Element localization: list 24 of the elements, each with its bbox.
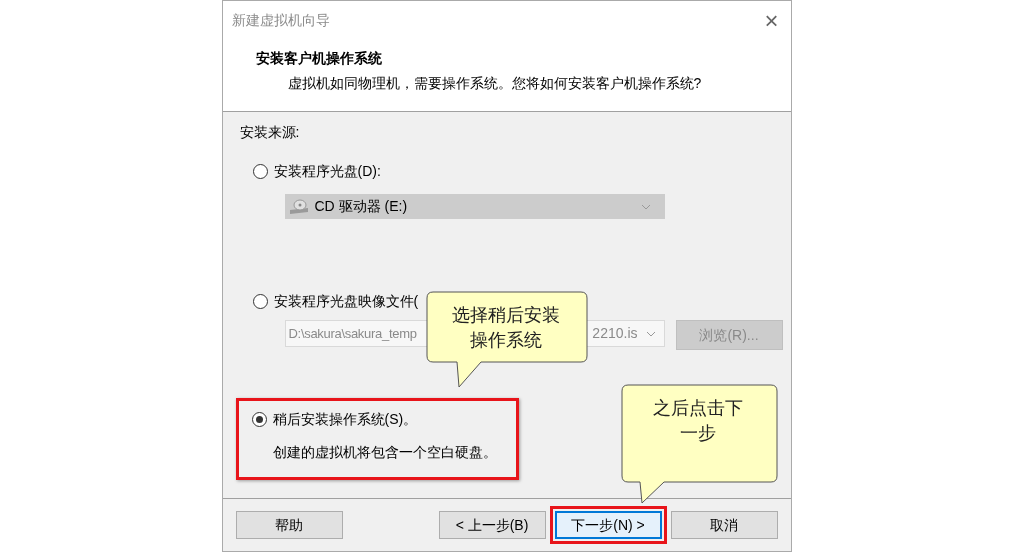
window-title: 新建虚拟机向导 — [231, 11, 331, 30]
chevron-down-icon — [640, 203, 651, 210]
close-button[interactable]: × — [764, 8, 779, 33]
drive-name: CD 驱动器 (E:) — [314, 197, 409, 216]
disc-drive-icon — [288, 198, 309, 215]
radio-button[interactable] — [251, 411, 267, 427]
dialog-button[interactable]: 取消 — [670, 511, 778, 539]
dialog-button[interactable]: < 上一步(B) — [438, 511, 546, 539]
page-title: 安装客户机操作系统 — [255, 49, 383, 68]
path-text: D:\sakura\sakura_temp — [288, 324, 417, 343]
option-label: 安装程序光盘(D): — [273, 161, 381, 181]
dialog-button[interactable]: 下一步(N) > — [554, 511, 662, 539]
page-subtitle: 虚拟机如同物理机，需要操作系统。您将如何安装客户机操作系统? — [287, 74, 703, 93]
option-label: 稍后安装操作系统(S)。 — [272, 409, 418, 429]
drive-dropdown[interactable]: CD 驱动器 (E:) — [284, 194, 665, 219]
radio-button[interactable] — [252, 163, 268, 179]
chevron-down-icon — [645, 330, 656, 337]
path-text: 2210.is — [592, 324, 638, 343]
callout-tooltip-text: 之后点击下 一步 — [653, 397, 743, 445]
option-note: 创建的虚拟机将包含一个空白硬盘。 — [272, 443, 498, 462]
source-label: 安装来源: — [239, 123, 301, 140]
dialog-button[interactable]: 帮助 — [235, 511, 343, 539]
radio-button[interactable] — [252, 293, 268, 309]
option-label: 安装程序光盘映像文件( — [273, 291, 419, 311]
